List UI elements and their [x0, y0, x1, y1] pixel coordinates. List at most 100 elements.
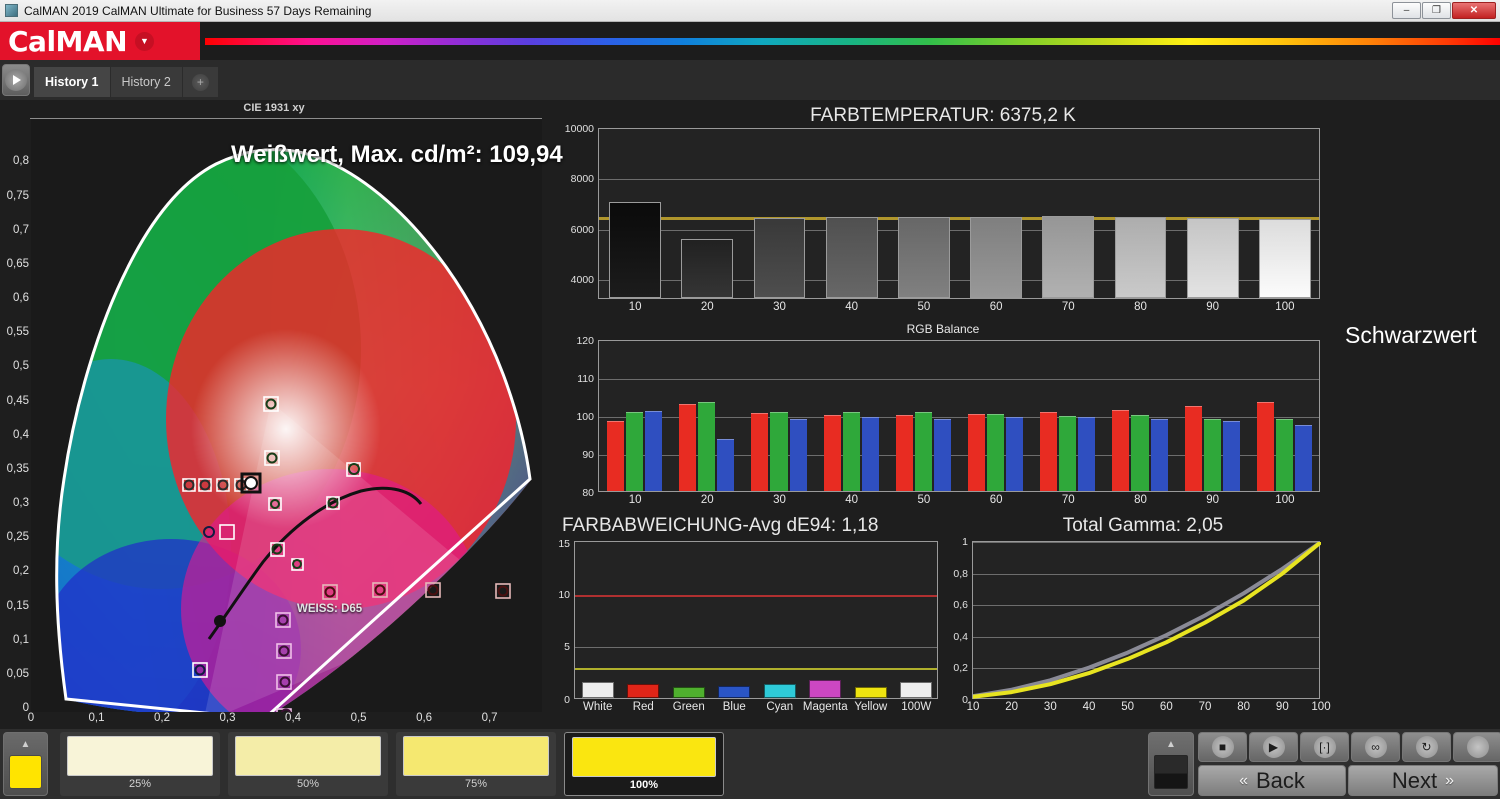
rgb-bar-red: [967, 414, 985, 491]
color-deviation-title: FARBABWEICHUNG-Avg dE94: 1,18: [562, 515, 879, 536]
cie-x-tick: 0,7: [481, 712, 498, 724]
blank-button[interactable]: [1453, 732, 1500, 762]
x-tick: 80: [1134, 301, 1147, 313]
x-tick: Yellow: [854, 701, 888, 713]
next-button[interactable]: Next »: [1348, 765, 1498, 796]
restore-button[interactable]: ❐: [1422, 2, 1451, 19]
cie-y-tick: 0,55: [6, 326, 29, 339]
close-button[interactable]: ✕: [1452, 2, 1496, 19]
cie-y-tick: 0,7: [13, 223, 29, 236]
y-tick: 10000: [564, 123, 594, 135]
cie-chromaticity-diagram[interactable]: Weißwert, Max. cd/m²: 109,94 WEISS: D65: [31, 119, 563, 790]
x-tick: 70: [1061, 494, 1075, 506]
patch-level-25[interactable]: 25%: [60, 732, 220, 796]
rgb-bar-red: [1040, 412, 1058, 491]
rgb-bar-green: [1131, 415, 1149, 491]
rgb-bar-red: [606, 420, 624, 491]
color-deviation-chart: FARBABWEICHUNG-Avg dE94: 1,18 0 5 10 15 Whit…: [548, 515, 948, 727]
y-tick: 90: [582, 449, 594, 461]
whitepoint-label: WEISS: D65: [297, 603, 363, 615]
app-icon: [5, 4, 18, 17]
patch-swatch: [235, 736, 381, 776]
cie-y-tick: 0,65: [6, 257, 29, 270]
back-button[interactable]: « Back: [1198, 765, 1346, 796]
rgb-balance-plot[interactable]: 80 90 100 110 120 10 20 30 40 50 60 70 80 90 100: [576, 335, 1320, 506]
refresh-button[interactable]: ↻: [1402, 732, 1451, 762]
play-button[interactable]: ▶: [1249, 732, 1298, 762]
cie-y-tick: 0,45: [6, 394, 29, 407]
table-row: [1186, 217, 1239, 298]
cie-x-tick: 0,3: [219, 712, 236, 724]
patch-label: 50%: [296, 778, 320, 790]
cie-y-tick: 0,1: [13, 633, 29, 646]
calman-wordmark: CalMAN: [8, 24, 128, 58]
window-controls: – ❐ ✕: [1392, 2, 1496, 19]
transport-controls: ■ ▶ [·] ∞ ↻: [1198, 732, 1500, 762]
rgb-balance-chart: RGB Balance 80 90 100 110 120 10 20 30 40 50 60 70 8…: [548, 322, 1338, 517]
patch-label: 25%: [128, 778, 152, 790]
color-deviation-plot[interactable]: 0 5 10 15 White Red Green Blue Cyan Magenta Yellow…: [558, 538, 938, 713]
tab-history-2[interactable]: History 2: [110, 67, 183, 97]
cie-y-tick: 0,05: [6, 667, 29, 680]
de-bar: [854, 686, 887, 698]
x-tick: 80: [1134, 494, 1147, 506]
y-tick: 8000: [570, 173, 594, 186]
cie-y-tick: 0,75: [6, 189, 29, 202]
table-row: [970, 216, 1023, 298]
patch-level-50[interactable]: 50%: [228, 732, 388, 796]
stop-icon: ■: [1211, 736, 1234, 758]
chevron-down-icon[interactable]: ▼: [135, 31, 155, 51]
main-content: CIE 1931 xy 0,8 0,75 0,7 0,65 0,6 0,55 0,5 0,45…: [0, 100, 1500, 790]
rgb-bar-red: [1112, 410, 1130, 491]
rgb-bar-blue: [645, 411, 663, 491]
total-gamma-plot[interactable]: 0 0,2 0,4 0,6 0,8 1 10 20 30 40 50 60 70 80 90 100: [953, 536, 1330, 713]
current-patch-button[interactable]: ▲: [3, 732, 48, 796]
de-bar: [627, 683, 660, 698]
table-row: [825, 216, 878, 298]
minimize-button[interactable]: –: [1392, 2, 1421, 19]
y-tick: 5: [564, 641, 570, 654]
threshold-line: [575, 668, 937, 671]
chevron-right-icon: »: [1445, 771, 1455, 789]
x-tick: 50: [1121, 701, 1135, 713]
y-tick: 6000: [570, 223, 594, 236]
y-tick: 1: [962, 536, 968, 548]
table-row: [1258, 219, 1311, 298]
monitor-screen-icon: [1154, 755, 1188, 789]
x-tick: 10: [628, 494, 642, 506]
next-label: Next: [1391, 767, 1438, 793]
range-icon: [·]: [1313, 736, 1336, 758]
gridline: [575, 647, 937, 649]
x-tick: Blue: [722, 701, 746, 713]
stop-button[interactable]: ■: [1198, 732, 1247, 762]
x-tick: 100: [1275, 494, 1295, 506]
rgb-bar-green: [770, 411, 788, 491]
monitor-preview-button[interactable]: ▲: [1148, 732, 1194, 796]
tab-add[interactable]: +: [182, 67, 219, 97]
x-tick: Red: [632, 701, 654, 713]
x-tick: 40: [845, 494, 859, 506]
workflow-play-button[interactable]: [2, 64, 30, 96]
de-bar: [672, 686, 705, 698]
color-temperature-chart: FARBTEMPERATUR: 6375,2 K 4000 6000 8000 100…: [548, 105, 1338, 320]
range-button[interactable]: [·]: [1300, 732, 1349, 762]
patch-level-75[interactable]: 75%: [396, 732, 556, 796]
color-temperature-plot[interactable]: 4000 6000 8000 10000 10 20 30 40 50 60 70 80 90 100: [565, 123, 1320, 313]
rgb-bar-blue: [861, 417, 879, 491]
play-icon: [5, 69, 27, 91]
cie-1931-panel: CIE 1931 xy 0,8 0,75 0,7 0,65 0,6 0,55 0,5 0,45…: [0, 100, 563, 790]
white-level-readout: Weißwert, Max. cd/m²: 109,94: [231, 141, 563, 168]
total-gamma-chart: Total Gamma: 2,05 0 0,2 0,4 0,6 0,8 1 10 20 30 40…: [948, 515, 1338, 727]
refresh-icon: ↻: [1415, 736, 1438, 758]
calman-logo[interactable]: CalMAN ▼: [0, 22, 200, 60]
x-tick: 50: [917, 301, 931, 313]
table-row: [1114, 216, 1167, 298]
play-icon: ▶: [1262, 736, 1285, 758]
continuous-button[interactable]: ∞: [1351, 732, 1400, 762]
rgb-bar-green: [1203, 418, 1221, 491]
rgb-bar-green: [1275, 418, 1293, 491]
patch-level-100[interactable]: 100%: [564, 732, 724, 796]
cie-y-axis: 0,8 0,75 0,7 0,65 0,6 0,55 0,5 0,45 0,4 0,35 0,3 0,…: [0, 119, 29, 714]
tab-history-1[interactable]: History 1: [34, 67, 111, 97]
y-tick: 80: [582, 487, 594, 499]
